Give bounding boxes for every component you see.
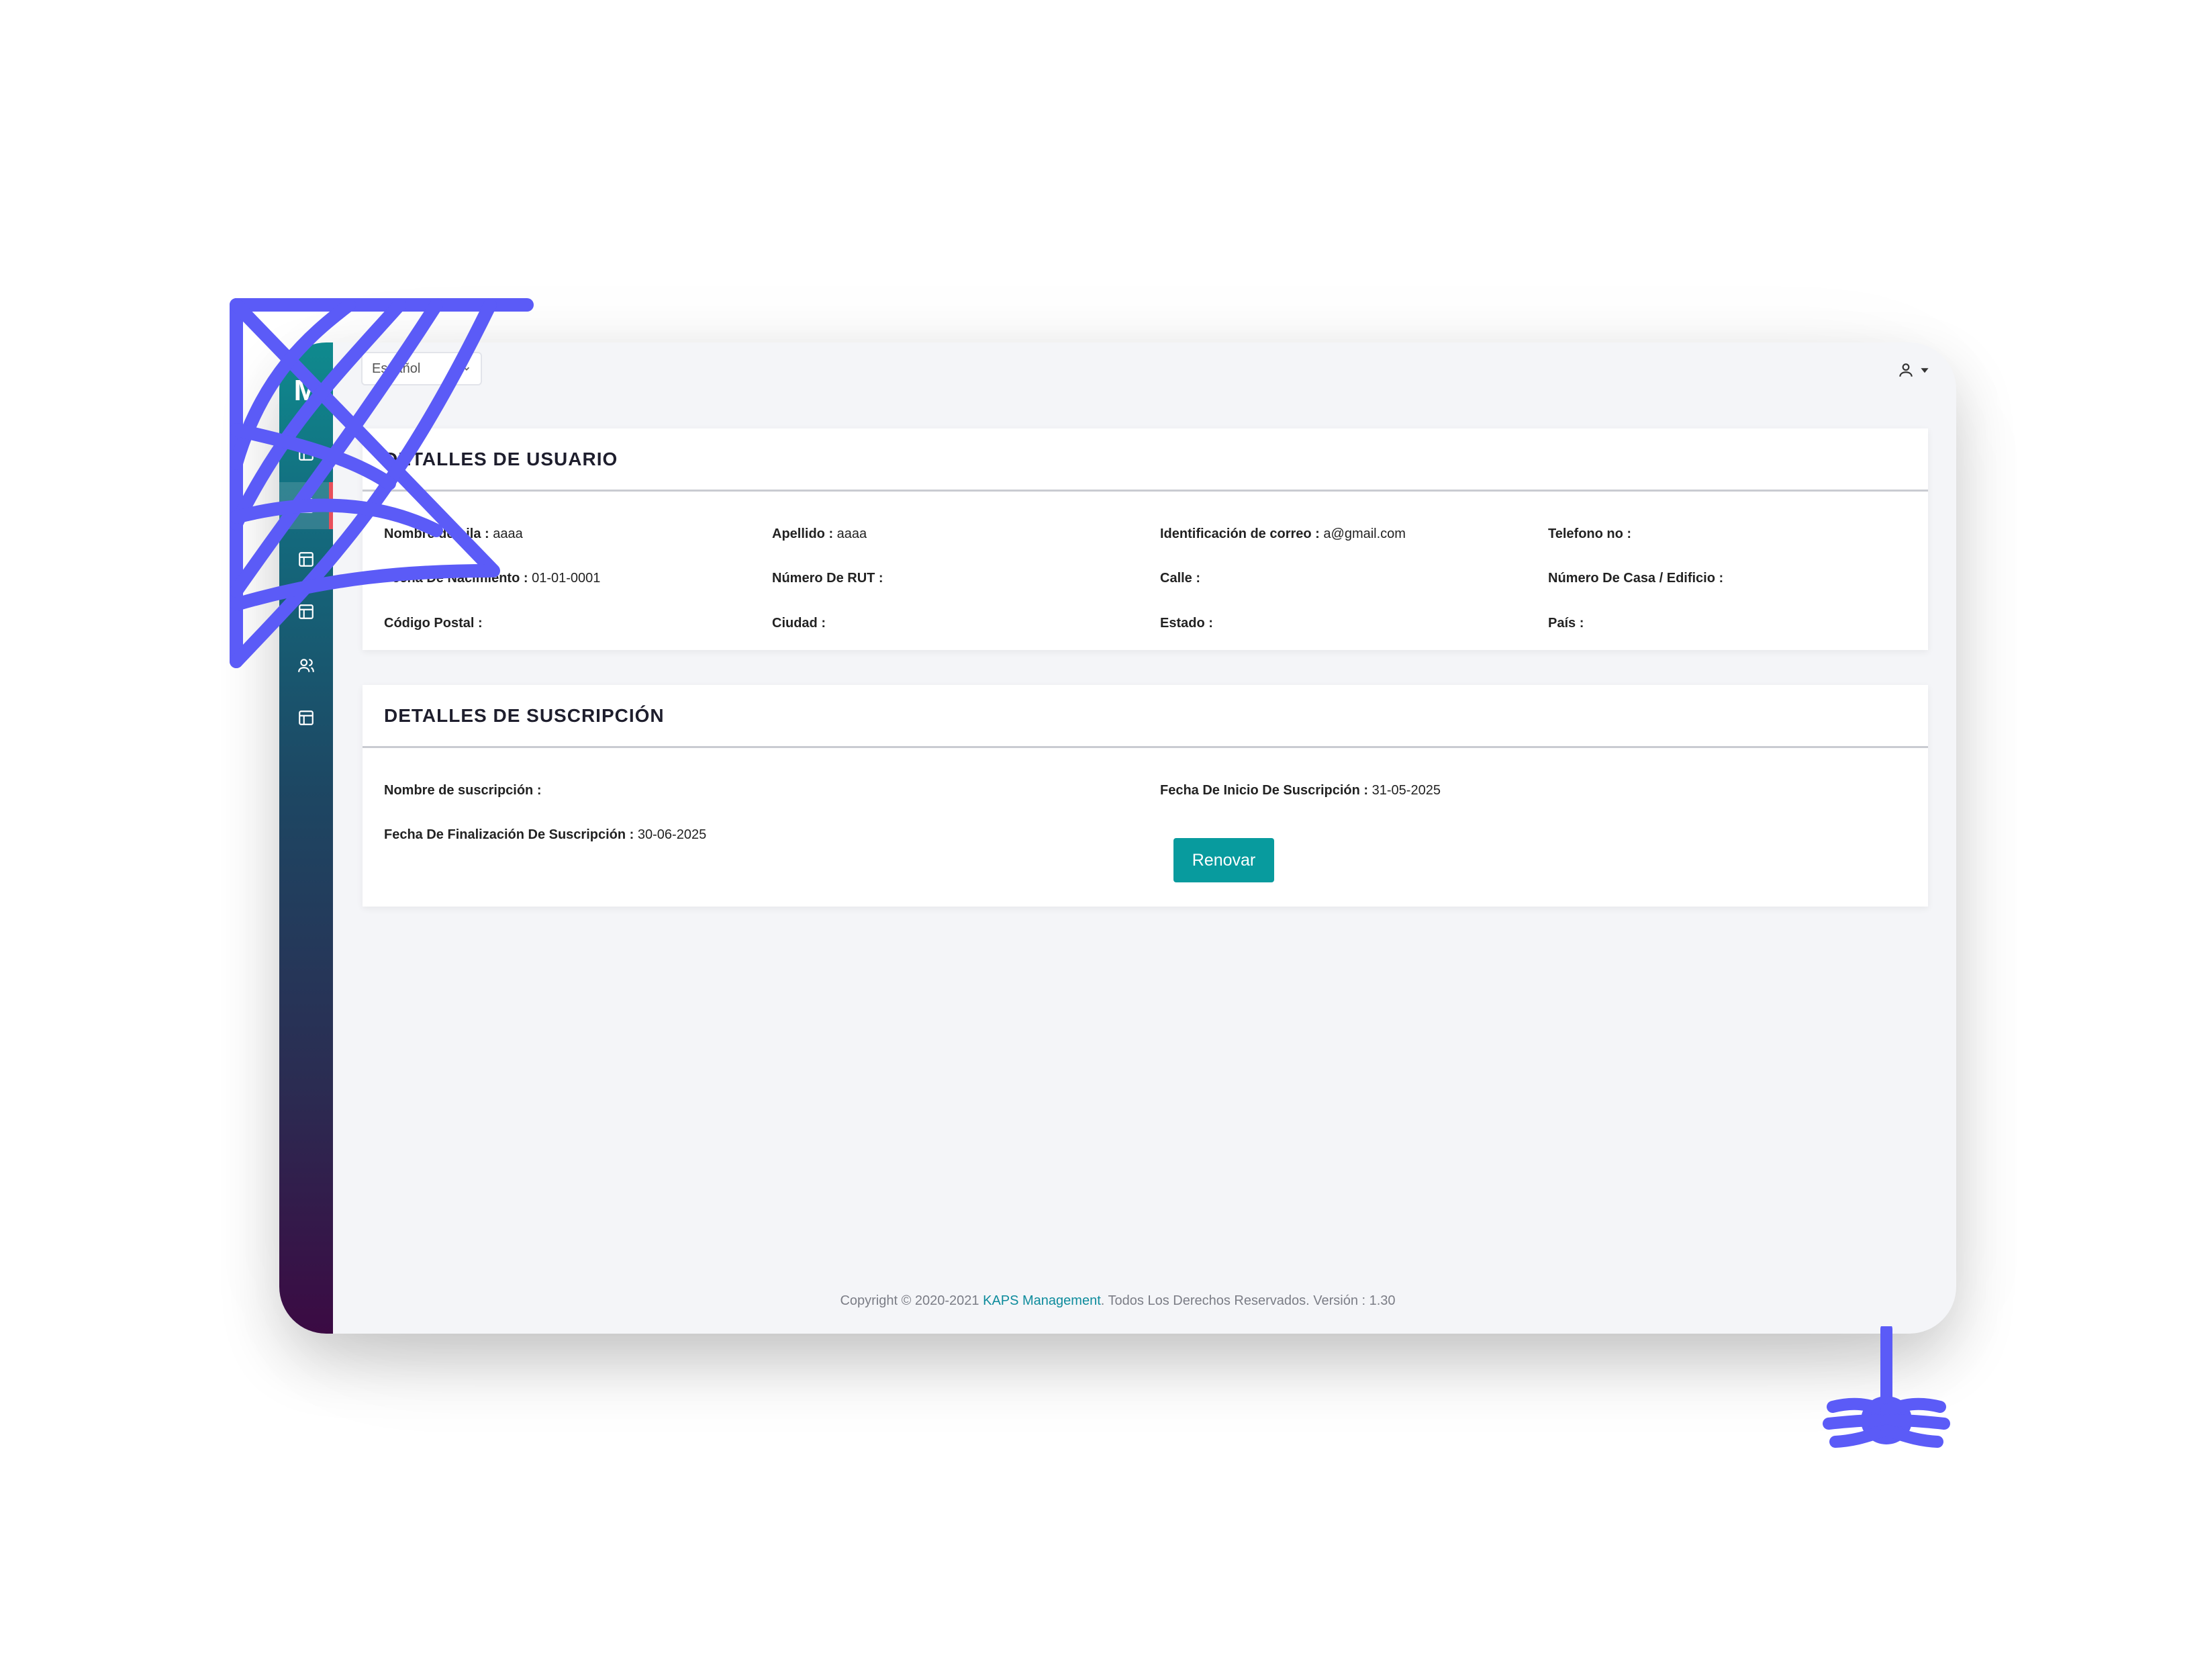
subscription-details-title: DETALLES DE SUSCRIPCIÓN bbox=[384, 704, 665, 726]
subscription-end-field: Fecha De Finalización De Suscripción : 3… bbox=[384, 827, 707, 842]
footer: Copyright © 2020-2021 KAPS Management. T… bbox=[279, 1293, 1956, 1309]
layout-icon bbox=[299, 710, 314, 725]
footer-copyright: Copyright © 2020-2021 bbox=[840, 1293, 983, 1308]
state-field: Estado : bbox=[1160, 616, 1213, 631]
house-number-field: Número De Casa / Edificio : bbox=[1548, 571, 1724, 586]
user-icon bbox=[1899, 363, 1913, 377]
rut-field: Número De RUT : bbox=[772, 571, 883, 586]
country-field: País : bbox=[1548, 616, 1584, 631]
sidebar-item-layout-4[interactable] bbox=[279, 694, 333, 741]
street-field: Calle : bbox=[1160, 571, 1201, 586]
user-details-card: DETALLES DE USUARIO Nombre de pila : aaa… bbox=[363, 428, 1928, 650]
subscription-details-card: DETALLES DE SUSCRIPCIÓN Nombre de suscri… bbox=[363, 685, 1928, 907]
subscription-start-field: Fecha De Inicio De Suscripción : 31-05-2… bbox=[1160, 783, 1441, 798]
email-field: Identificación de correo : a@gmail.com bbox=[1160, 526, 1406, 541]
subscription-name-field: Nombre de suscripción : bbox=[384, 783, 542, 798]
footer-rights: . Todos Los Derechos Reservados. Versión… bbox=[1100, 1293, 1396, 1308]
renew-button[interactable]: Renovar bbox=[1173, 838, 1274, 882]
city-field: Ciudad : bbox=[772, 616, 826, 631]
subscription-details-header: DETALLES DE SUSCRIPCIÓN bbox=[363, 685, 1928, 748]
caret-down-icon bbox=[1921, 368, 1929, 373]
user-menu[interactable] bbox=[1897, 361, 1929, 379]
phone-field: Telefono no : bbox=[1548, 526, 1632, 541]
last-name-field: Apellido : aaaa bbox=[772, 526, 867, 541]
spider-web-icon bbox=[230, 298, 534, 668]
spider-icon bbox=[1823, 1326, 1950, 1448]
footer-brand-link[interactable]: KAPS Management bbox=[983, 1293, 1101, 1308]
user-details-header: DETALLES DE USUARIO bbox=[363, 428, 1928, 492]
